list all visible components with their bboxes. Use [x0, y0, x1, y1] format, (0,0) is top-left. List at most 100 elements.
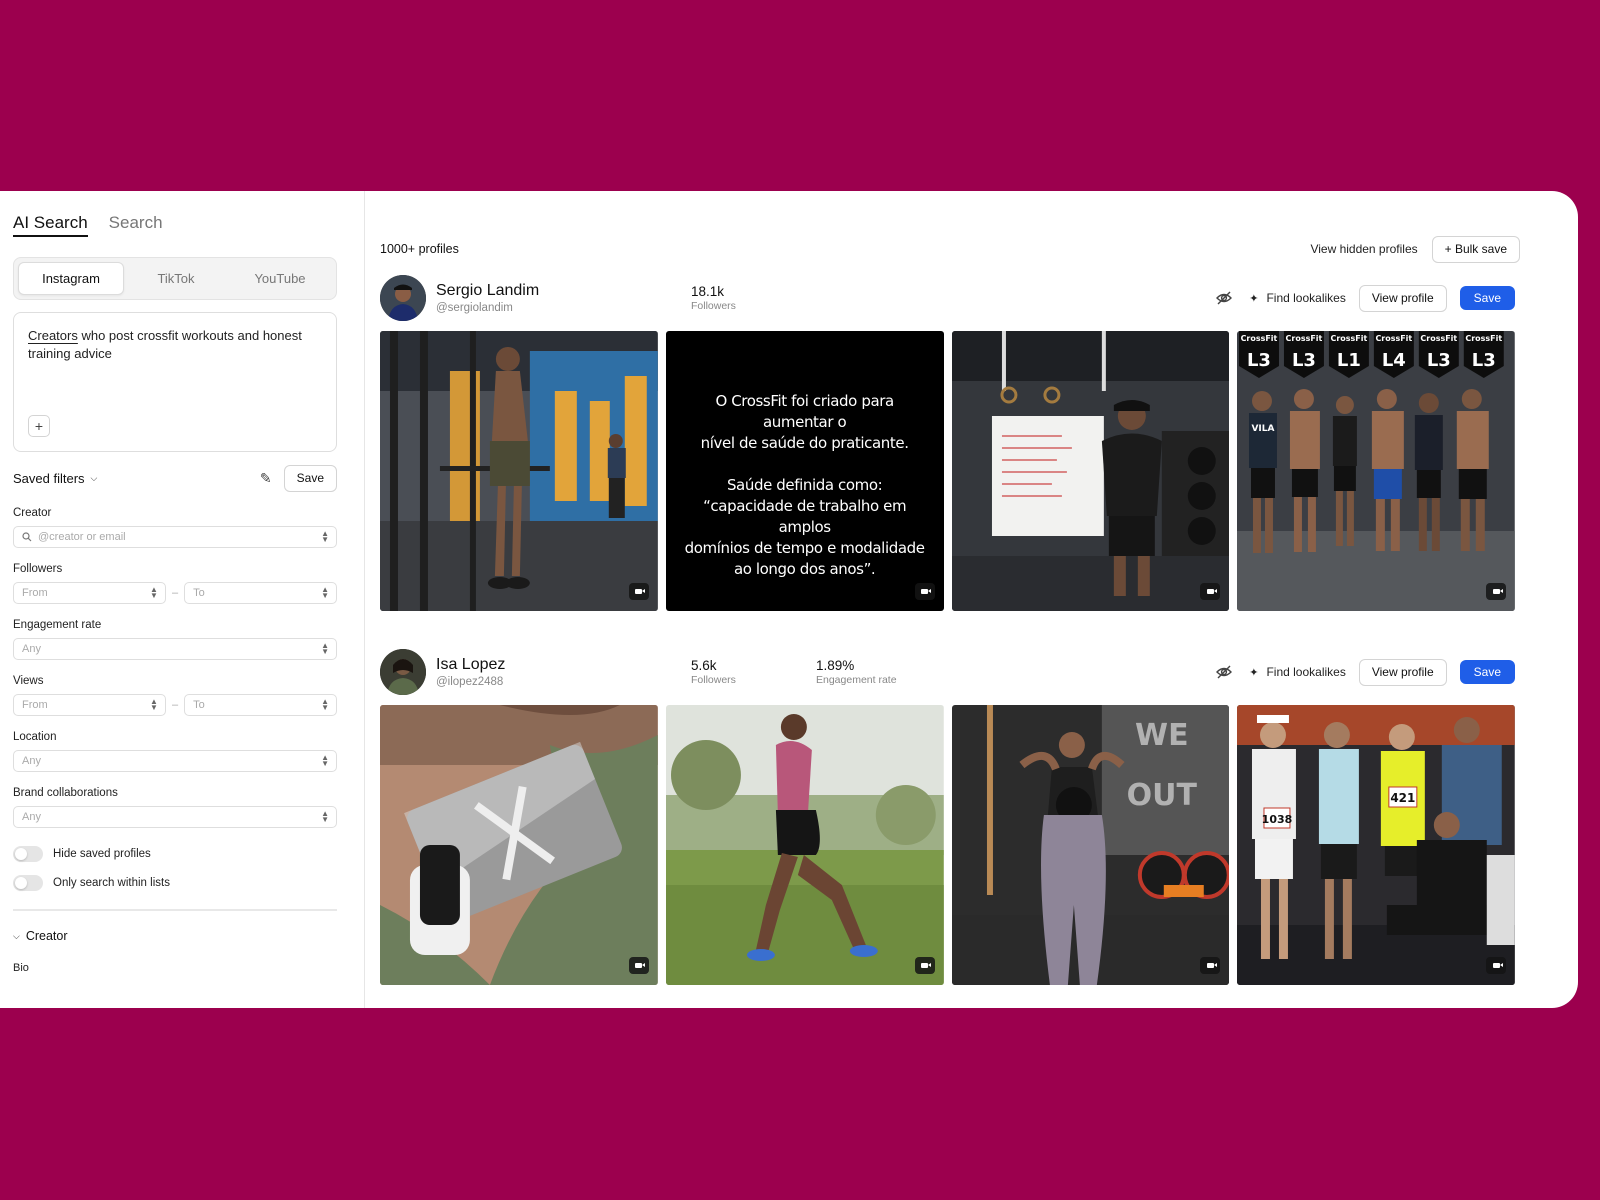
tab-tiktok[interactable]: TikTok	[124, 262, 228, 295]
find-lookalikes-label: Find lookalikes	[1266, 291, 1346, 305]
bio-label: Bio	[13, 962, 29, 974]
profile-header: Sergio Landim @sergiolandim 18.1k Follow…	[380, 273, 1515, 323]
range-dash: –	[171, 699, 179, 711]
tab-ai-search[interactable]: AI Search	[13, 213, 88, 237]
search-icon	[22, 532, 32, 542]
gym-brand: VILA	[1252, 424, 1275, 434]
post-thumbnail[interactable]: 1038 421	[1237, 705, 1515, 985]
team-photo: CrossFit CrossFit CrossFit CrossFit CrossF…	[1237, 331, 1515, 611]
find-lookalikes-button[interactable]: ✦ Find lookalikes	[1249, 291, 1346, 305]
ai-prompt-input[interactable]: Creators who post crossfit workouts and …	[13, 312, 337, 452]
creator-search-input[interactable]: @creator or email ▲ ▼	[13, 526, 337, 548]
sort-arrows-icon: ▲ ▼	[321, 641, 329, 656]
followers-to-text: To	[193, 587, 205, 599]
views-from-select[interactable]: From ▲ ▼	[13, 694, 166, 716]
bulk-save-button[interactable]: + Bulk save	[1431, 235, 1520, 263]
prompt-keyword: Creators	[28, 328, 78, 343]
engagement-value: Any	[22, 643, 41, 655]
location-select[interactable]: Any ▲ ▼	[13, 750, 337, 772]
profile-name[interactable]: Isa Lopez	[436, 656, 691, 674]
post-thumbnail[interactable]	[665, 705, 944, 985]
badge-level: L3	[1292, 350, 1316, 371]
video-icon	[1200, 583, 1221, 600]
tab-instagram[interactable]: Instagram	[18, 262, 124, 295]
followers-from-text: From	[22, 587, 48, 599]
divider	[13, 909, 337, 911]
hide-saved-toggle[interactable]	[13, 846, 43, 862]
video-icon	[914, 957, 935, 974]
find-lookalikes-button[interactable]: ✦ Find lookalikes	[1249, 665, 1346, 679]
only-lists-row: Only search within lists	[13, 874, 337, 892]
chevron-down-icon[interactable]: ⌵	[91, 473, 98, 484]
save-profile-button[interactable]: Save	[1459, 286, 1515, 310]
post-thumbnail[interactable]: WE OUT	[951, 705, 1230, 985]
tab-youtube[interactable]: YouTube	[228, 262, 332, 295]
chevron-down-icon: ⌵	[13, 930, 20, 941]
saved-filters-dropdown[interactable]: Saved filters	[13, 471, 85, 486]
badge-level: L3	[1247, 350, 1271, 371]
creator-section-title: Creator	[25, 929, 68, 943]
post-thumbnail[interactable]	[380, 331, 658, 611]
sparkle-icon: ✦	[1249, 292, 1259, 305]
profile-card: Isa Lopez @ilopez2488 5.6k Followers 1.8…	[380, 647, 1515, 985]
creator-section-toggle[interactable]: ⌵ Creator	[13, 929, 337, 943]
avatar[interactable]	[380, 649, 426, 695]
only-lists-toggle[interactable]	[13, 875, 43, 891]
pencil-icon[interactable]: ✎	[260, 470, 272, 487]
stat-value: 5.6k	[691, 658, 717, 673]
view-profile-button[interactable]: View profile	[1358, 658, 1447, 686]
platform-tabs: Instagram TikTok YouTube	[13, 257, 337, 300]
gym-whiteboard-photo	[951, 331, 1230, 611]
engagement-label: Engagement rate	[13, 619, 102, 631]
views-to-text: To	[193, 699, 205, 711]
followers-label: Followers	[13, 563, 63, 575]
results-toolbar: 1000+ profiles View hidden profiles + Bu…	[380, 235, 1520, 263]
brand-select[interactable]: Any ▲ ▼	[13, 806, 337, 828]
post-thumbnail[interactable]: CrossFit CrossFit CrossFit CrossFit CrossF…	[1237, 331, 1515, 611]
race-bib: 421	[1391, 791, 1416, 805]
save-profile-button[interactable]: Save	[1459, 660, 1515, 684]
park-lunge-photo	[665, 705, 944, 985]
post-thumbnail[interactable]	[380, 705, 658, 985]
avatar[interactable]	[380, 275, 426, 321]
creator-label: Creator	[13, 507, 52, 519]
sparkle-icon: ✦	[1249, 666, 1259, 679]
view-hidden-profiles-link[interactable]: View hidden profiles	[1310, 242, 1417, 256]
range-dash: –	[171, 587, 179, 599]
views-to-select[interactable]: To ▲ ▼	[184, 694, 337, 716]
profile-actions: ✦ Find lookalikes View profile Save	[1215, 284, 1515, 312]
views-from-text: From	[22, 699, 48, 711]
post-grid: O CrossFit foi criado para aumentar o ní…	[380, 331, 1515, 611]
save-filters-button[interactable]: Save	[283, 464, 337, 492]
sort-arrows-icon: ▲ ▼	[321, 753, 329, 768]
sort-arrows-icon: ▲ ▼	[150, 697, 158, 712]
post-thumbnail[interactable]: O CrossFit foi criado para aumentar o ní…	[665, 331, 944, 611]
hide-profile-icon[interactable]	[1215, 289, 1233, 307]
stat-followers: 5.6k Followers	[691, 658, 816, 686]
profile-name[interactable]: Sergio Landim	[436, 282, 691, 300]
creator-placeholder: @creator or email	[38, 531, 126, 543]
badge-level: L4	[1382, 350, 1406, 371]
engagement-select[interactable]: Any ▲ ▼	[13, 638, 337, 660]
video-icon	[1486, 957, 1506, 974]
hide-profile-icon[interactable]	[1215, 663, 1233, 681]
gym-dip-photo	[380, 331, 658, 611]
stat-value: 18.1k	[691, 284, 725, 299]
video-icon	[628, 957, 649, 974]
video-icon	[1200, 957, 1221, 974]
view-profile-button[interactable]: View profile	[1358, 284, 1447, 312]
race-bib: 1038	[1262, 813, 1293, 826]
tab-search[interactable]: Search	[109, 213, 163, 237]
mode-tabs: AI Search Search	[13, 213, 337, 243]
followers-from-select[interactable]: From ▲ ▼	[13, 582, 166, 604]
find-lookalikes-label: Find lookalikes	[1266, 665, 1346, 679]
followers-to-select[interactable]: To ▲ ▼	[184, 582, 337, 604]
video-icon	[628, 583, 649, 600]
location-label: Location	[13, 731, 57, 743]
profile-identity: Isa Lopez @ilopez2488	[436, 656, 691, 688]
profile-actions: ✦ Find lookalikes View profile Save	[1215, 658, 1515, 686]
badge-brand: CrossFit	[1421, 334, 1458, 343]
add-attachment-button[interactable]: +	[28, 415, 50, 437]
hide-saved-row: Hide saved profiles	[13, 845, 337, 863]
post-thumbnail[interactable]	[951, 331, 1230, 611]
